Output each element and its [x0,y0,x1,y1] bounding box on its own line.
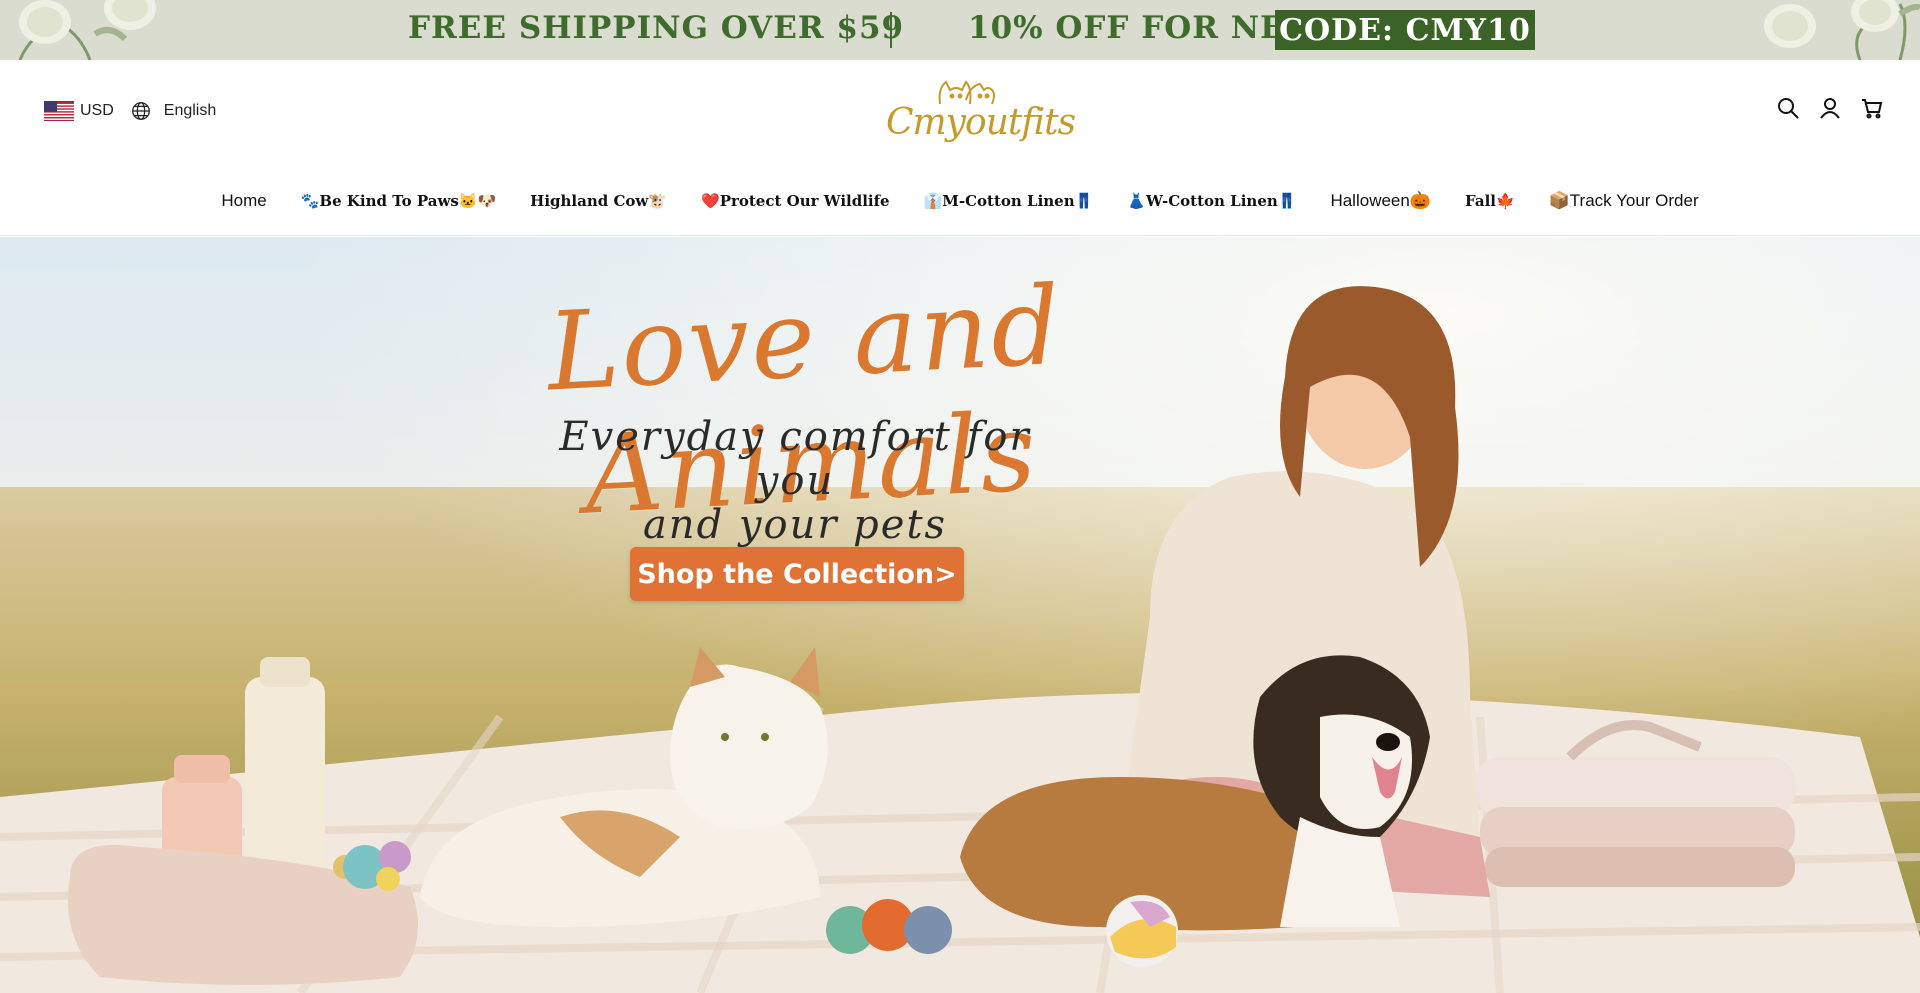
hero-subtitle-line-1: Everyday comfort for you [559,414,1031,504]
flower-decoration-icon [18,0,156,60]
nav-item-highland-cow[interactable]: Highland Cow🐮 [513,192,684,210]
nav-item-be-kind-to-paws[interactable]: 🐾Be Kind To Paws🐱🐶 [284,192,513,210]
globe-icon[interactable] [130,100,152,122]
language-selector[interactable]: English [164,102,216,120]
currency-selector[interactable]: USD [80,102,114,120]
nav-item-fall[interactable]: Fall🍁 [1448,192,1532,210]
locale-selector: USD English [44,100,216,122]
nav-item-w-cotton-linen[interactable]: 👗W-Cotton Linen👖 [1110,192,1313,210]
header-actions [1776,96,1884,120]
account-icon[interactable] [1818,96,1842,120]
search-icon[interactable] [1776,96,1800,120]
main-navigation: Home 🐾Be Kind To Paws🐱🐶 Highland Cow🐮 ❤️… [0,186,1920,216]
announcement-bar: FREE SHIPPING OVER $59 10% OFF FOR NEW C… [0,0,1920,60]
flower-decoration-icon [1764,0,1920,60]
cart-icon[interactable] [1860,96,1884,120]
free-shipping-text: FREE SHIPPING OVER $59 [408,10,905,46]
nav-item-home[interactable]: Home [204,191,283,211]
nav-item-m-cotton-linen[interactable]: 👔M-Cotton Linen👖 [907,192,1111,210]
us-flag-icon[interactable] [44,101,74,121]
site-logo[interactable]: Cmyoutfits [880,74,1076,164]
discount-text: 10% OFF FOR NEW [968,10,1321,46]
site-header: USD English Cmyoutfits Home 🐾Be Kind To … [0,60,1920,236]
hero-banner[interactable]: Love and Animals Everyday comfort for yo… [0,237,1920,993]
nav-item-track-order[interactable]: 📦Track Your Order [1532,191,1716,211]
nav-item-halloween[interactable]: Halloween🎃 [1313,191,1448,211]
announcement-divider [890,12,892,48]
shop-collection-button[interactable]: Shop the Collection> [630,547,964,601]
hero-subtitle-line-2: and your pets [642,502,948,548]
discount-code-badge: CODE: CMY10 [1275,10,1535,50]
hero-subtitle: Everyday comfort for you and your pets [530,415,1060,547]
logo-text: Cmyoutfits [886,102,1076,143]
nav-item-protect-our-wildlife[interactable]: ❤️Protect Our Wildlife [684,192,907,210]
